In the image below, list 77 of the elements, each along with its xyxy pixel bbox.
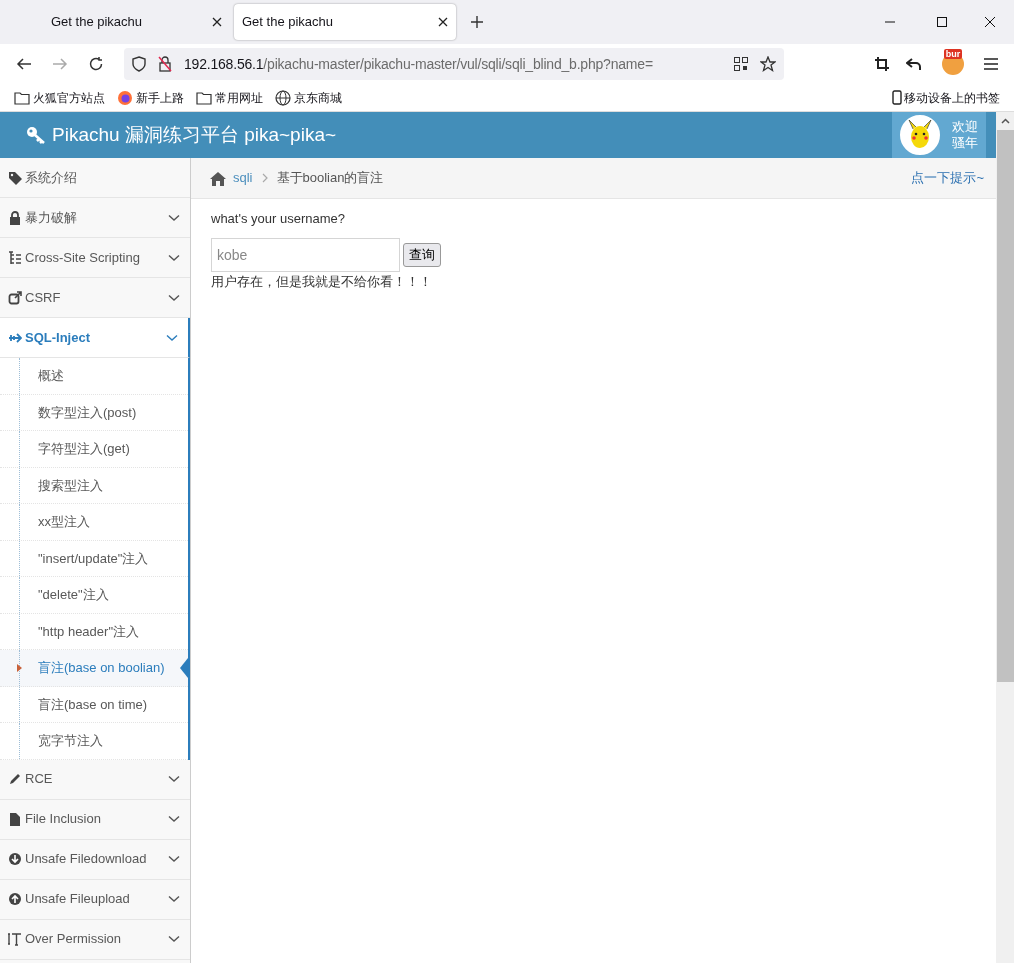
globe-icon <box>275 89 291 106</box>
lock-icon <box>158 56 172 72</box>
lock-icon <box>8 210 22 225</box>
back-icon[interactable] <box>16 56 32 72</box>
url-text: 192.168.56.1/pikachu-master/pikachu-master/vul/sqli/sqli_blind_b.php?name= <box>184 54 653 74</box>
home-icon[interactable] <box>209 170 227 186</box>
close-icon[interactable] <box>984 16 996 28</box>
text-size-icon <box>8 932 22 946</box>
bookmark[interactable]: 火狐官方站点 <box>14 88 105 107</box>
qr-code-icon[interactable] <box>734 57 748 71</box>
list-icon <box>8 250 22 265</box>
submenu-item[interactable]: 搜索型注入 <box>0 467 188 504</box>
chevron-down-icon[interactable] <box>168 815 180 823</box>
user-greeting: 欢迎 <box>952 119 978 135</box>
file-icon <box>8 812 22 826</box>
reload-icon[interactable] <box>88 56 104 72</box>
tab-title: Get the pikachu <box>50 13 144 32</box>
scrollbar-thumb[interactable] <box>996 130 1014 682</box>
submenu-item[interactable]: "delete"注入 <box>0 577 188 614</box>
chevron-down-icon[interactable] <box>166 333 178 342</box>
extension-badge: bur <box>943 49 963 59</box>
bookmark[interactable]: 新手上路 <box>117 88 184 107</box>
submenu-item[interactable]: 字符型注入(get) <box>0 431 188 468</box>
submenu-item[interactable]: 盲注(base on time) <box>0 686 188 723</box>
submenu-item[interactable]: xx型注入 <box>0 504 188 541</box>
shield-icon <box>132 56 146 72</box>
browser-tab[interactable]: Get the pikachu <box>234 4 456 40</box>
address-bar[interactable]: 192.168.56.1/pikachu-master/pikachu-master/vul/sqli/sqli_blind_b.php?name= <box>124 48 784 80</box>
caret-right-icon <box>17 664 22 672</box>
sidebar-item[interactable]: SQL-Inject <box>0 318 190 358</box>
close-icon[interactable] <box>438 17 448 27</box>
close-icon[interactable] <box>212 17 222 27</box>
external-link-icon <box>8 290 22 305</box>
submenu-item[interactable]: 宽字节注入 <box>0 723 188 760</box>
key-icon <box>26 126 46 144</box>
prompt-text: what's your username? <box>211 210 346 228</box>
submenu-item[interactable]: "insert/update"注入 <box>0 540 188 577</box>
breadcrumb-current: 基于boolian的盲注 <box>276 169 384 188</box>
chevron-down-icon[interactable] <box>168 935 180 943</box>
folder-icon <box>14 89 30 106</box>
star-icon[interactable] <box>760 56 776 72</box>
chevron-down-icon[interactable] <box>168 775 180 783</box>
chevron-down-icon[interactable] <box>168 293 180 302</box>
chevron-down-icon[interactable] <box>168 213 180 222</box>
scroll-up-icon[interactable] <box>1000 118 1010 124</box>
plane-icon <box>8 330 22 345</box>
download-circle-icon <box>8 852 22 866</box>
submenu-item[interactable]: 盲注(base on boolian) <box>0 650 188 687</box>
bookmark[interactable]: 常用网址 <box>196 88 263 107</box>
bookmark[interactable]: 移动设备上的书签 <box>892 88 1000 107</box>
chevron-right-icon <box>261 173 268 183</box>
plus-icon[interactable] <box>470 15 484 29</box>
chevron-down-icon[interactable] <box>168 855 180 863</box>
fox-logo-icon <box>117 89 133 106</box>
chevron-down-icon[interactable] <box>168 253 180 262</box>
submenu-item[interactable]: 数字型注入(post) <box>0 394 188 431</box>
upload-circle-icon <box>8 892 22 906</box>
maximize-icon[interactable] <box>936 16 948 28</box>
undo-icon[interactable] <box>906 56 922 72</box>
submenu-item[interactable]: 概述 <box>0 358 188 395</box>
username-field[interactable]: kobe <box>211 237 400 272</box>
browser-tab[interactable]: Get the pikachu <box>8 4 230 40</box>
menu-icon[interactable] <box>984 58 998 70</box>
result-message: 用户存在，但是我就是不给你看！！！ <box>211 272 433 291</box>
crop-icon[interactable] <box>874 56 890 72</box>
folder-icon <box>196 89 212 106</box>
tag-icon <box>8 170 22 185</box>
submenu-item[interactable]: "http header"注入 <box>0 613 188 650</box>
bookmark[interactable]: 京东商城 <box>275 88 342 107</box>
query-button[interactable]: 查询 <box>403 242 441 267</box>
phone-icon <box>892 90 902 105</box>
tab-title: Get the pikachu <box>242 13 335 32</box>
user-greeting: 骚年 <box>952 135 978 151</box>
pencil-icon <box>8 772 22 786</box>
site-title: Pikachu 漏洞练习平台 pika~pika~ <box>52 122 337 147</box>
chevron-down-icon[interactable] <box>168 895 180 903</box>
hint-link[interactable]: 点一下提示~ <box>911 168 984 188</box>
